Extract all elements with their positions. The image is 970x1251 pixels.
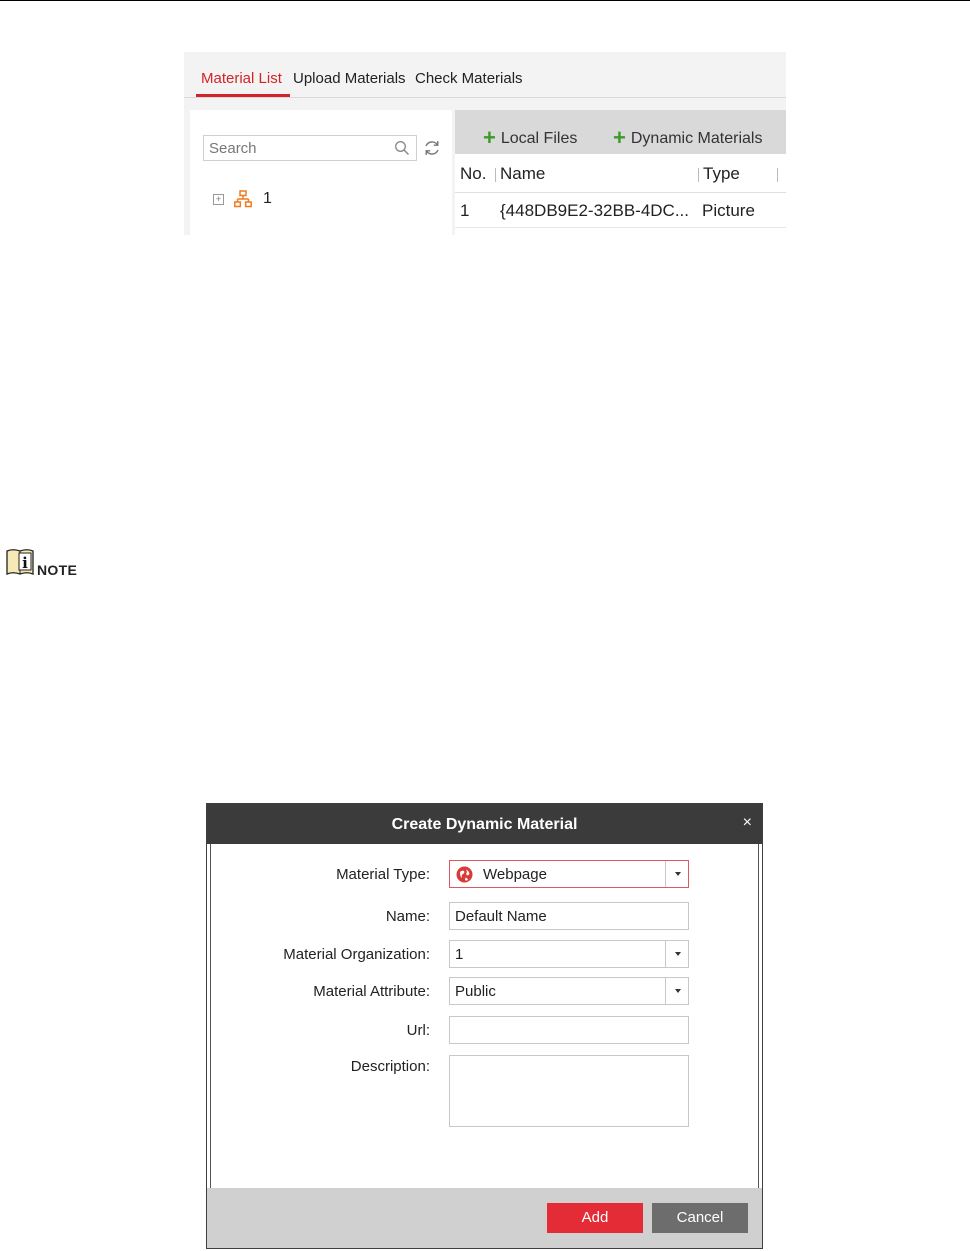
webpage-globe-icon — [456, 866, 473, 883]
tab-material-list[interactable]: Material List — [201, 70, 282, 87]
material-attribute-select[interactable]: Public — [449, 977, 689, 1005]
chevron-down-icon — [675, 952, 681, 956]
column-divider[interactable] — [777, 168, 778, 182]
column-header-type[interactable]: Type — [703, 164, 740, 184]
add-local-files-button[interactable]: + Local Files — [483, 123, 578, 150]
dialog-footer: Add Cancel — [207, 1188, 762, 1248]
tab-bar: Material List Upload Materials Check Mat… — [184, 52, 786, 98]
name-label: Name: — [385, 908, 430, 925]
organization-pane: Search + 1 — [190, 110, 452, 235]
create-dynamic-material-dialog: Create Dynamic Material × Material Type:… — [206, 803, 763, 1249]
description-label: Description: — [350, 1058, 430, 1075]
tab-check-materials[interactable]: Check Materials — [415, 70, 523, 87]
column-divider[interactable] — [495, 168, 496, 182]
dialog-body: Material Type: Webpage Name: Default Nam… — [210, 844, 759, 1188]
column-header-no[interactable]: No. — [460, 164, 486, 184]
cell-type: Picture — [702, 201, 755, 220]
dynamic-materials-label: Dynamic Materials — [630, 130, 763, 147]
material-attribute-label: Material Attribute: — [313, 983, 430, 1000]
dropdown-toggle[interactable] — [665, 941, 688, 967]
close-icon[interactable]: × — [743, 814, 752, 832]
dropdown-toggle[interactable] — [665, 978, 688, 1004]
chevron-down-icon — [675, 989, 681, 993]
organization-icon — [234, 190, 252, 208]
material-panel: Material List Upload Materials Check Mat… — [184, 52, 786, 235]
column-divider[interactable] — [698, 168, 699, 182]
url-label: Url: — [406, 1022, 430, 1039]
svg-text:i: i — [22, 554, 28, 572]
dialog-title: Create Dynamic Material — [391, 816, 578, 833]
cancel-button[interactable]: Cancel — [652, 1203, 748, 1233]
material-organization-label: Material Organization: — [283, 946, 430, 963]
add-button[interactable]: Add — [547, 1203, 643, 1233]
name-value: Default Name — [455, 908, 547, 925]
material-type-label: Material Type: — [336, 866, 430, 883]
tree-item-label[interactable]: 1 — [263, 190, 272, 208]
material-toolbar: + Local Files + Dynamic Materials — [455, 110, 786, 154]
local-files-label: Local Files — [500, 130, 578, 147]
material-list-pane: + Local Files + Dynamic Materials No. Name… — [455, 110, 786, 235]
note-label: NOTE — [37, 562, 78, 578]
add-dynamic-materials-button[interactable]: + Dynamic Materials — [613, 123, 763, 150]
search-placeholder: Search — [209, 140, 257, 157]
plus-icon: + — [483, 125, 496, 150]
material-attribute-value: Public — [455, 983, 496, 1000]
refresh-icon[interactable] — [422, 138, 442, 158]
tree-expand-toggle[interactable]: + — [213, 194, 224, 205]
note-info-icon: i — [6, 549, 34, 575]
active-tab-indicator — [196, 94, 290, 97]
material-type-value: Webpage — [483, 866, 547, 883]
table-header: No. Name Type — [455, 154, 786, 193]
column-header-name[interactable]: Name — [500, 164, 545, 184]
name-field[interactable]: Default Name — [449, 902, 689, 930]
table-row[interactable]: 1 {448DB9E2-32BB-4DC... Picture — [455, 193, 786, 228]
cell-name: {448DB9E2-32BB-4DC... — [500, 201, 689, 220]
url-field[interactable] — [449, 1016, 689, 1044]
search-icon[interactable] — [394, 140, 410, 156]
material-organization-select[interactable]: 1 — [449, 940, 689, 968]
description-textarea[interactable] — [449, 1055, 689, 1127]
search-input[interactable]: Search — [203, 135, 417, 161]
plus-icon: + — [613, 125, 626, 150]
dropdown-toggle[interactable] — [665, 861, 688, 887]
dialog-header: Create Dynamic Material × — [207, 804, 762, 844]
material-type-select[interactable]: Webpage — [449, 860, 689, 888]
chevron-down-icon — [675, 872, 681, 876]
tab-upload-materials[interactable]: Upload Materials — [293, 70, 406, 87]
material-organization-value: 1 — [455, 946, 464, 963]
cell-no: 1 — [460, 201, 470, 220]
page-top-rule — [0, 0, 970, 1]
